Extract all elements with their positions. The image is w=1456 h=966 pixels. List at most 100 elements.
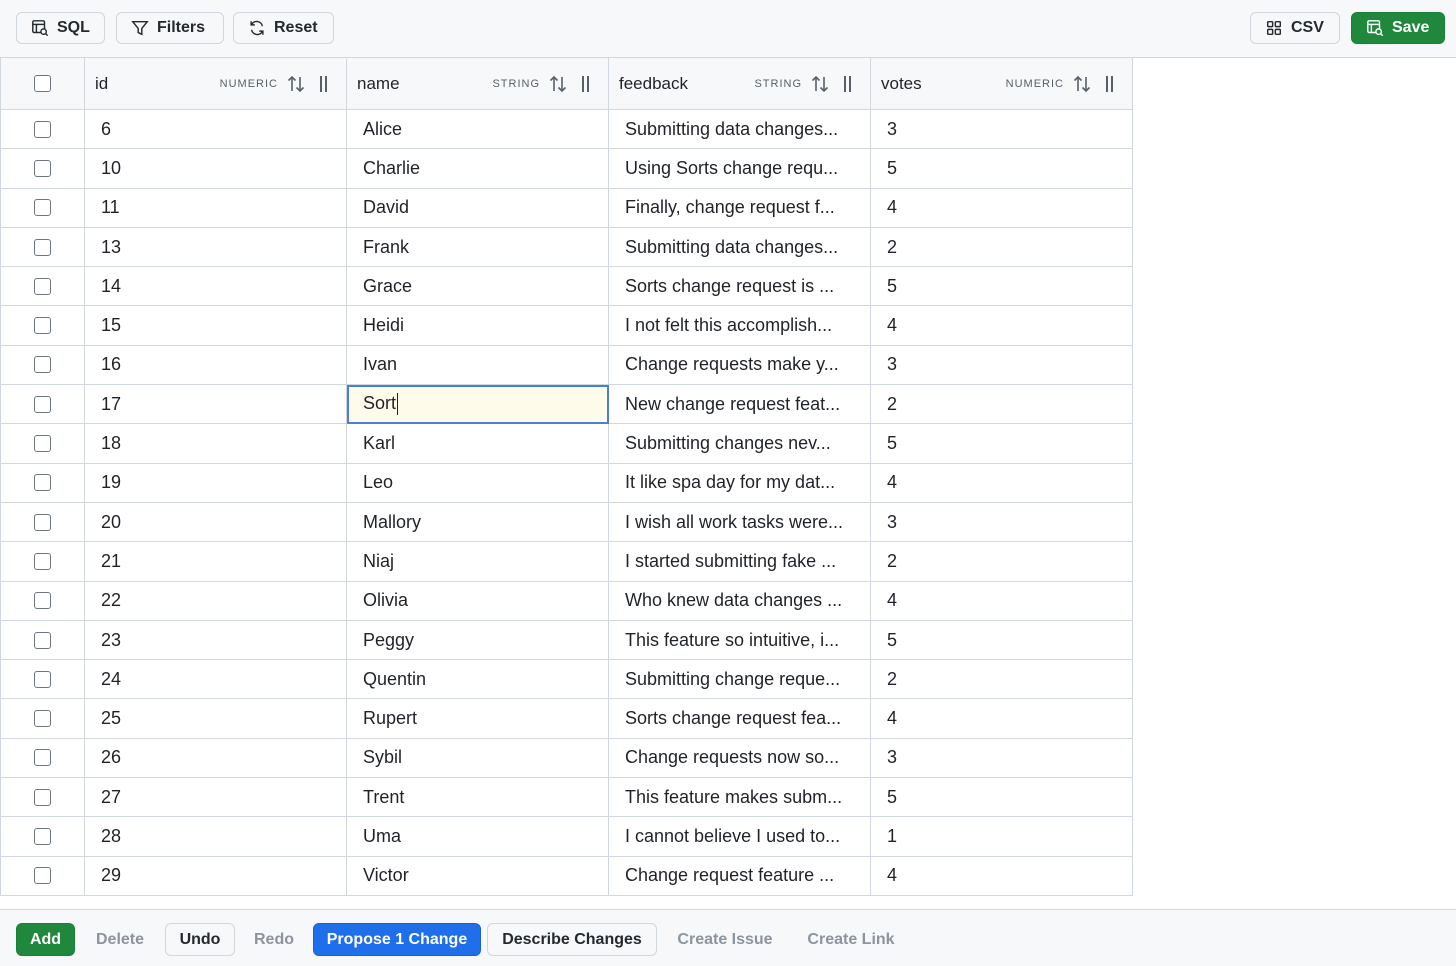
cell-votes[interactable]: 5 (870, 777, 1133, 818)
cell-feedback[interactable]: Sorts change request fea... (608, 698, 871, 739)
cell-name-editing[interactable]: Sort (346, 384, 609, 425)
column-resize-handle[interactable] (582, 75, 592, 92)
cell-name[interactable]: Grace (346, 266, 609, 307)
describe-changes-button[interactable]: Describe Changes (487, 923, 657, 956)
cell-votes[interactable]: 4 (870, 855, 1133, 896)
cell-feedback[interactable]: Who knew data changes ... (608, 580, 871, 621)
table-row[interactable]: 11 David Finally, change request f... 4 (0, 187, 1133, 228)
cell-votes[interactable]: 1 (870, 816, 1133, 857)
cell-votes[interactable]: 2 (870, 541, 1133, 582)
cell-votes[interactable]: 4 (870, 305, 1133, 346)
table-row[interactable]: 25 Rupert Sorts change request fea... 4 (0, 698, 1133, 739)
cell-feedback[interactable]: I not felt this accomplish... (608, 305, 871, 346)
row-checkbox[interactable] (34, 670, 51, 688)
cell-votes[interactable]: 3 (870, 737, 1133, 779)
cell-id[interactable]: 10 (84, 148, 347, 189)
table-row[interactable]: 24 Quentin Submitting change reque... 2 (0, 659, 1133, 700)
column-resize-handle[interactable] (1106, 75, 1116, 92)
cell-feedback[interactable]: Using Sorts change requ... (608, 148, 871, 189)
table-row[interactable]: 15 Heidi I not felt this accomplish... 4 (0, 305, 1133, 346)
reset-button[interactable]: Reset (233, 12, 334, 44)
cell-id[interactable]: 6 (84, 108, 347, 150)
cell-id[interactable]: 28 (84, 816, 347, 857)
cell-votes[interactable]: 5 (870, 148, 1133, 189)
sort-icon[interactable] (810, 74, 830, 94)
cell-name[interactable]: Trent (346, 777, 609, 818)
cell-feedback[interactable]: This feature makes subm... (608, 777, 871, 818)
cell-id[interactable]: 24 (84, 659, 347, 700)
row-checkbox[interactable] (34, 435, 51, 453)
row-checkbox[interactable] (34, 317, 51, 335)
table-row[interactable]: 21 Niaj I started submitting fake ... 2 (0, 541, 1133, 582)
cell-name[interactable]: Sybil (346, 737, 609, 779)
cell-name[interactable]: Quentin (346, 659, 609, 700)
cell-name[interactable]: Uma (346, 816, 609, 857)
cell-votes[interactable]: 5 (870, 266, 1133, 307)
create-link-button[interactable]: Create Link (797, 923, 905, 956)
cell-id[interactable]: 25 (84, 698, 347, 739)
csv-button[interactable]: CSV (1250, 12, 1340, 44)
cell-id[interactable]: 16 (84, 344, 347, 386)
cell-feedback[interactable]: This feature so intuitive, i... (608, 619, 871, 661)
cell-votes[interactable]: 4 (870, 187, 1133, 228)
cell-feedback[interactable]: Submitting changes nev... (608, 423, 871, 464)
cell-name[interactable]: Rupert (346, 698, 609, 739)
table-row[interactable]: 16 Ivan Change requests make y... 3 (0, 344, 1133, 386)
table-row[interactable]: 29 Victor Change request feature ... 4 (0, 855, 1133, 896)
cell-name[interactable]: Niaj (346, 541, 609, 582)
cell-feedback[interactable]: Submitting change reque... (608, 659, 871, 700)
cell-id[interactable]: 17 (84, 384, 347, 425)
cell-votes[interactable]: 3 (870, 108, 1133, 150)
cell-votes[interactable]: 5 (870, 619, 1133, 661)
table-row[interactable]: 17 Sort New change request feat... 2 (0, 384, 1133, 425)
column-header-id[interactable]: id NUMERIC (84, 57, 347, 110)
row-checkbox[interactable] (34, 120, 51, 138)
row-checkbox[interactable] (34, 474, 51, 492)
row-checkbox[interactable] (34, 238, 51, 256)
table-row[interactable]: 20 Mallory I wish all work tasks were... 3 (0, 501, 1133, 543)
undo-button[interactable]: Undo (165, 923, 235, 956)
cell-votes[interactable]: 5 (870, 423, 1133, 464)
cell-votes[interactable]: 4 (870, 580, 1133, 621)
cell-name[interactable]: Heidi (346, 305, 609, 346)
cell-id[interactable]: 29 (84, 855, 347, 896)
cell-feedback[interactable]: Change requests now so... (608, 737, 871, 779)
cell-name[interactable]: David (346, 187, 609, 228)
cell-id[interactable]: 20 (84, 501, 347, 543)
cell-id[interactable]: 14 (84, 266, 347, 307)
cell-name[interactable]: Olivia (346, 580, 609, 621)
sort-icon[interactable] (548, 74, 568, 94)
sort-icon[interactable] (286, 74, 306, 94)
cell-votes[interactable]: 4 (870, 462, 1133, 503)
table-row[interactable]: 14 Grace Sorts change request is ... 5 (0, 266, 1133, 307)
filters-button[interactable]: Filters (116, 12, 224, 44)
cell-name[interactable]: Frank (346, 226, 609, 268)
row-checkbox[interactable] (34, 710, 51, 728)
sql-button[interactable]: SQL (16, 12, 105, 44)
cell-votes[interactable]: 2 (870, 384, 1133, 425)
propose-change-button[interactable]: Propose 1 Change (313, 923, 481, 956)
row-checkbox[interactable] (34, 199, 51, 217)
cell-votes[interactable]: 3 (870, 501, 1133, 543)
row-checkbox[interactable] (34, 513, 51, 531)
cell-feedback[interactable]: Finally, change request f... (608, 187, 871, 228)
cell-id[interactable]: 26 (84, 737, 347, 779)
cell-name[interactable]: Leo (346, 462, 609, 503)
cell-name[interactable]: Victor (346, 855, 609, 896)
cell-name[interactable]: Charlie (346, 148, 609, 189)
cell-id[interactable]: 15 (84, 305, 347, 346)
table-row[interactable]: 28 Uma I cannot believe I used to... 1 (0, 816, 1133, 857)
cell-feedback[interactable]: Submitting data changes... (608, 226, 871, 268)
column-header-name[interactable]: name STRING (346, 57, 609, 110)
cell-id[interactable]: 21 (84, 541, 347, 582)
cell-feedback[interactable]: I wish all work tasks were... (608, 501, 871, 543)
cell-id[interactable]: 13 (84, 226, 347, 268)
delete-button[interactable]: Delete (86, 923, 154, 956)
cell-id[interactable]: 23 (84, 619, 347, 661)
column-header-feedback[interactable]: feedback STRING (608, 57, 871, 110)
create-issue-button[interactable]: Create Issue (666, 923, 784, 956)
row-checkbox[interactable] (34, 827, 51, 845)
cell-feedback[interactable]: I cannot believe I used to... (608, 816, 871, 857)
column-resize-handle[interactable] (320, 75, 330, 92)
row-checkbox[interactable] (34, 395, 51, 413)
